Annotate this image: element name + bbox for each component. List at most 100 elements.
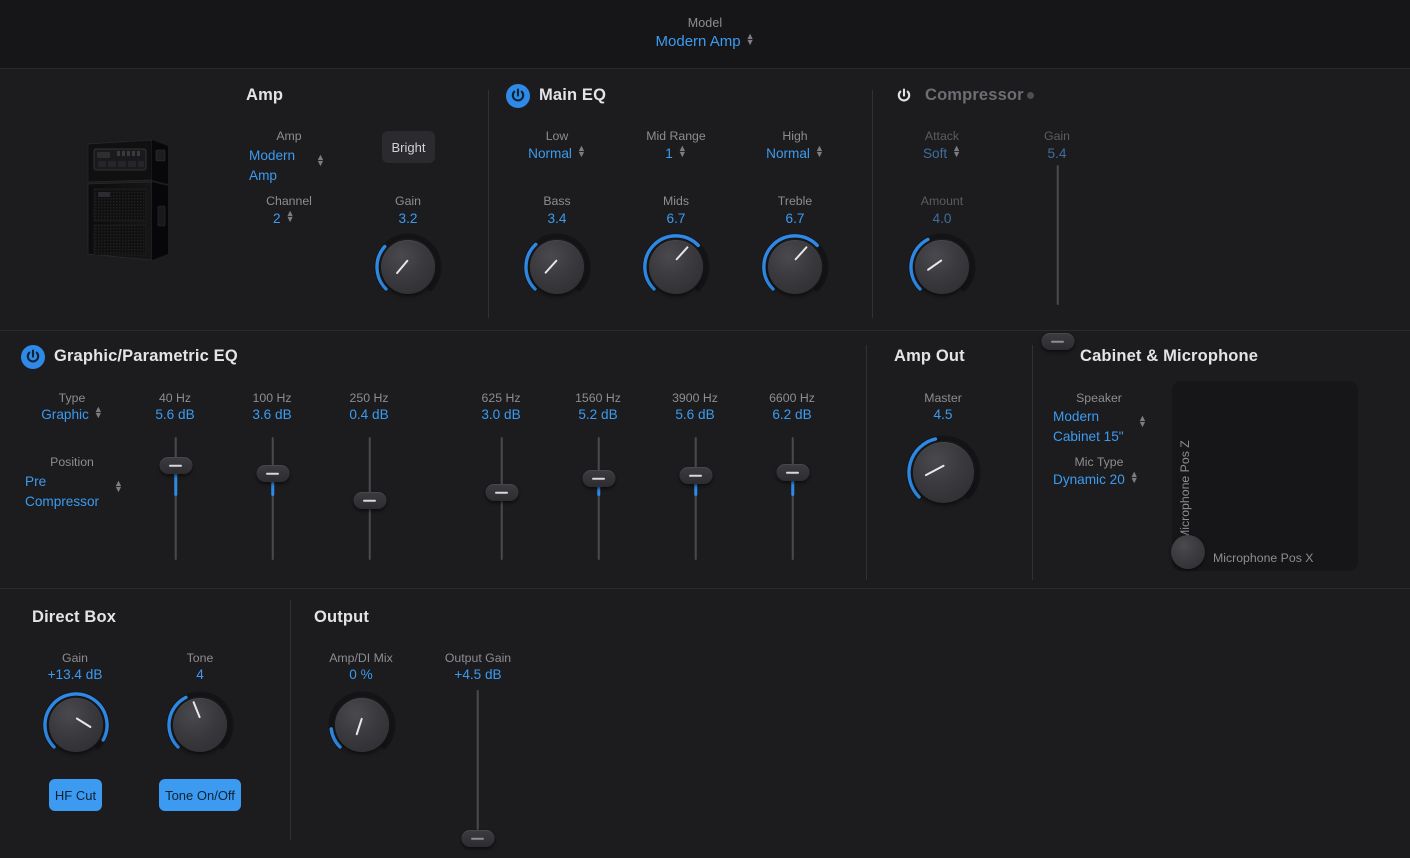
amp-di-mix-knob[interactable] (327, 690, 397, 760)
mids-knob[interactable] (641, 232, 711, 302)
geq-band-freq: 250 Hz (314, 391, 424, 405)
treble-value: 6.7 (745, 211, 845, 226)
speaker-chevron-updown-icon[interactable]: ▲▼ (1138, 415, 1147, 427)
treble-label: Treble (745, 194, 845, 208)
model-selector-group: Model Modern Amp ▲▼ (0, 16, 1410, 50)
master-label: Master (893, 391, 993, 405)
geq-type-value[interactable]: Graphic▲▼ (22, 407, 122, 422)
high-value[interactable]: Normal ▲▼ (745, 146, 845, 161)
bright-button-label: Bright (392, 140, 426, 155)
divider-geq-ampout (866, 345, 867, 580)
chevron-updown-icon[interactable]: ▲▼ (746, 33, 755, 45)
db-tone-value: 4 (150, 667, 250, 682)
compressor-gain-slider[interactable] (1041, 165, 1074, 305)
model-value-text: Modern Amp (656, 33, 741, 50)
mid-range-value[interactable]: 1 ▲▼ (626, 146, 726, 161)
geq-band-freq: 40 Hz (120, 391, 230, 405)
amp-model-chevron-updown-icon[interactable]: ▲▼ (316, 154, 325, 166)
geq-band-slider[interactable] (776, 437, 809, 560)
attack-value-text: Soft (923, 146, 947, 161)
mic-pos-x-label: Microphone Pos X (1213, 551, 1313, 565)
geq-band-slider[interactable] (256, 437, 289, 560)
compressor-gain-value: 5.4 (1007, 146, 1107, 161)
mids-value: 6.7 (626, 211, 726, 226)
geq-band-slider[interactable] (582, 437, 615, 560)
geq-band-gain: 5.2 dB (543, 407, 653, 422)
high-value-text: Normal (766, 146, 810, 161)
amp-di-mix-label: Amp/DI Mix (311, 651, 411, 665)
bass-knob[interactable] (522, 232, 592, 302)
low-value-text: Normal (528, 146, 572, 161)
mic-position-handle[interactable] (1171, 535, 1205, 569)
geq-band-freq: 625 Hz (446, 391, 556, 405)
section-title-main-eq: Main EQ (539, 86, 606, 105)
db-gain-knob[interactable] (41, 690, 111, 760)
divider-amp-maineq (488, 90, 489, 318)
mid-range-chevron-updown-icon[interactable]: ▲▼ (678, 145, 687, 157)
amp-model-value[interactable]: Modern Amp (249, 146, 325, 186)
speaker-value[interactable]: Modern Cabinet 15" (1053, 407, 1145, 447)
mic-type-value[interactable]: Dynamic 20▲▼ (1053, 472, 1153, 487)
geq-type-chevron-updown-icon[interactable]: ▲▼ (94, 406, 103, 418)
geq-band-gain: 5.6 dB (640, 407, 750, 422)
section-title-geq: Graphic/Parametric EQ (54, 347, 238, 366)
high-chevron-updown-icon[interactable]: ▲▼ (815, 145, 824, 157)
master-knob[interactable] (905, 434, 982, 511)
master-value: 4.5 (893, 407, 993, 422)
mic-pos-z-label: Microphone Pos Z (1178, 420, 1192, 540)
channel-value[interactable]: 2▲▼ (273, 211, 294, 226)
hf-cut-button[interactable]: HF Cut (49, 779, 102, 811)
speaker-label: Speaker (1049, 391, 1149, 405)
section-title-direct-box: Direct Box (32, 608, 116, 627)
output-gain-slider[interactable] (461, 690, 494, 830)
geq-band-slider[interactable] (485, 437, 518, 560)
attack-chevron-updown-icon[interactable]: ▲▼ (952, 145, 961, 157)
bright-button[interactable]: Bright (382, 131, 435, 163)
geq-position-value[interactable]: Pre Compressor (25, 472, 111, 512)
section-title-output: Output (314, 608, 369, 627)
compressor-gain-label: Gain (1007, 129, 1107, 143)
geq-band-freq: 1560 Hz (543, 391, 653, 405)
geq-band-slider[interactable] (679, 437, 712, 560)
mic-type-chevron-updown-icon[interactable]: ▲▼ (1130, 471, 1139, 483)
attack-label: Attack (892, 129, 992, 143)
section-title-amp: Amp (246, 86, 283, 105)
model-value[interactable]: Modern Amp ▲▼ (0, 33, 1410, 50)
geq-power-button[interactable] (21, 345, 45, 369)
output-gain-label: Output Gain (428, 651, 528, 665)
amp-model-value-line2: Amp (249, 168, 277, 183)
geq-band-freq: 100 Hz (217, 391, 327, 405)
bass-value: 3.4 (507, 211, 607, 226)
compressor-power-button[interactable] (892, 84, 916, 108)
geq-band-gain: 6.2 dB (737, 407, 847, 422)
speaker-value-line2: Cabinet 15" (1053, 429, 1124, 444)
low-label: Low (507, 129, 607, 143)
model-label: Model (0, 16, 1410, 30)
db-tone-knob[interactable] (165, 690, 235, 760)
geq-band-slider[interactable] (353, 437, 386, 560)
channel-chevron-updown-icon[interactable]: ▲▼ (286, 210, 295, 222)
output-gain-value: +4.5 dB (428, 667, 528, 682)
amp-gain-knob[interactable] (373, 232, 443, 302)
tone-onoff-button[interactable]: Tone On/Off (159, 779, 241, 811)
compressor-amount-knob[interactable] (907, 232, 977, 302)
amp-gain-label: Gain (358, 194, 458, 208)
geq-position-label: Position (22, 455, 122, 469)
geq-band-slider[interactable] (159, 437, 192, 560)
channel-label: Channel (239, 194, 339, 208)
amount-value: 4.0 (892, 211, 992, 226)
high-label: High (745, 129, 845, 143)
tone-onoff-button-label: Tone On/Off (165, 788, 235, 803)
main-eq-power-button[interactable] (506, 84, 530, 108)
amp-model-value-line1: Modern (249, 148, 295, 163)
geq-position-chevron-updown-icon[interactable]: ▲▼ (114, 480, 123, 492)
mid-range-value-text: 1 (665, 146, 673, 161)
geq-band-freq: 6600 Hz (737, 391, 847, 405)
treble-knob[interactable] (760, 232, 830, 302)
geq-band-gain: 0.4 dB (314, 407, 424, 422)
low-value[interactable]: Normal ▲▼ (507, 146, 607, 161)
bass-label: Bass (507, 194, 607, 208)
amp-di-mix-value: 0 % (311, 667, 411, 682)
low-chevron-updown-icon[interactable]: ▲▼ (577, 145, 586, 157)
attack-value[interactable]: Soft ▲▼ (892, 146, 992, 161)
